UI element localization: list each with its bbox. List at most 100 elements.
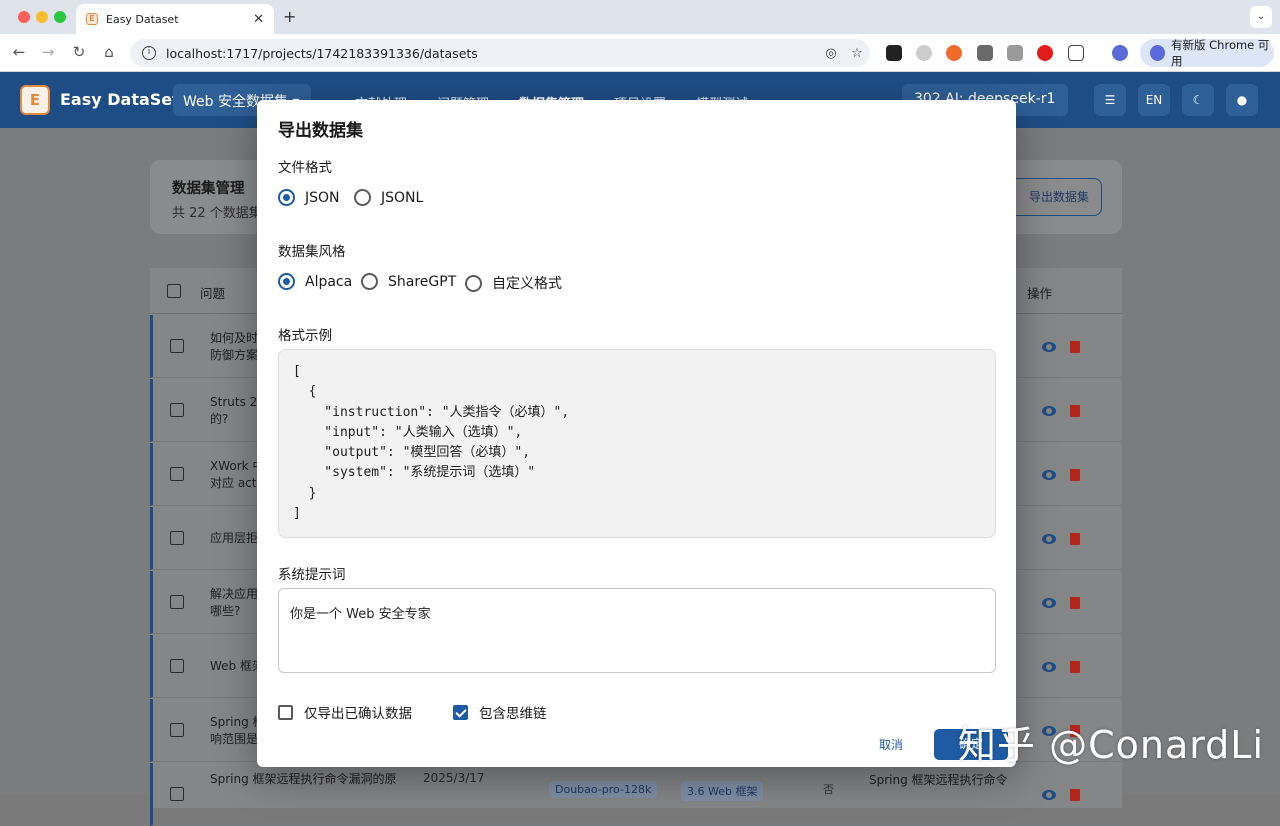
row-model-chip: Doubao-pro-128k	[549, 781, 658, 798]
confirmed-only-checkbox[interactable]: 仅导出已确认数据	[278, 702, 412, 722]
checkbox-checked-icon	[453, 704, 468, 720]
site-info-icon[interactable]: i	[142, 46, 156, 60]
app-name: Easy DataSet	[60, 90, 180, 109]
extension-icon[interactable]	[977, 45, 993, 61]
row-chapter-chip: 3.6 Web 框架	[681, 781, 764, 801]
style-alpaca-label: Alpaca	[305, 273, 353, 290]
update-label: 有新版 Chrome 可用	[1171, 38, 1270, 68]
select-all-checkbox[interactable]	[167, 284, 181, 298]
home-icon[interactable]: ⌂	[100, 43, 118, 61]
update-avatar-icon	[1150, 45, 1165, 61]
view-icon[interactable]	[1042, 662, 1056, 672]
system-prompt-input[interactable]: 你是一个 Web 安全专家	[278, 588, 996, 673]
dataset-style-label: 数据集风格	[278, 244, 346, 260]
style-alpaca-radio[interactable]: Alpaca	[278, 273, 352, 290]
row-checkbox[interactable]	[170, 659, 184, 673]
page-title: 数据集管理	[172, 181, 245, 197]
include-cot-checkbox[interactable]: 包含思维链	[453, 702, 547, 722]
format-jsonl-label: JSONL	[381, 189, 424, 206]
row-checkbox[interactable]	[170, 787, 184, 801]
dialog-title: 导出数据集	[278, 121, 363, 141]
row-question: Spring 框架远程执行命令漏洞的原	[210, 772, 397, 786]
radio-checked-icon	[278, 189, 295, 206]
row-checkbox[interactable]	[170, 595, 184, 609]
style-custom-label: 自定义格式	[492, 276, 562, 292]
app-logo-icon: E	[20, 85, 50, 115]
chrome-update-button[interactable]: 有新版 Chrome 可用	[1140, 38, 1274, 68]
dark-mode-icon[interactable]: ☾	[1182, 84, 1214, 116]
export-dataset-dialog: 导出数据集 文件格式 JSON JSONL 数据集风格 Alpaca Share…	[257, 100, 1016, 767]
view-icon[interactable]	[1042, 342, 1056, 352]
radio-unchecked-icon	[361, 273, 378, 290]
radio-checked-icon	[278, 273, 295, 290]
row-date: 2025/3/17	[423, 771, 485, 785]
delete-icon[interactable]	[1070, 469, 1080, 481]
delete-icon[interactable]	[1070, 597, 1080, 609]
url-text: localhost:1717/projects/1742183391336/da…	[166, 45, 478, 61]
format-json-radio[interactable]: JSON	[278, 189, 340, 206]
checkbox-unchecked-icon	[278, 704, 293, 720]
delete-icon[interactable]	[1070, 661, 1080, 673]
format-jsonl-radio[interactable]: JSONL	[354, 189, 423, 206]
browser-tab[interactable]: E Easy Dataset ✕	[76, 4, 274, 34]
view-icon[interactable]	[1042, 534, 1056, 544]
cancel-button[interactable]: 取消	[879, 736, 903, 753]
maximize-window-button[interactable]	[54, 11, 66, 23]
extension-icon[interactable]	[1037, 45, 1053, 61]
close-window-button[interactable]	[18, 11, 30, 23]
delete-icon[interactable]	[1070, 405, 1080, 417]
view-icon[interactable]	[1042, 598, 1056, 608]
column-question: 问题	[200, 286, 226, 301]
extensions-puzzle-icon[interactable]	[1068, 45, 1084, 61]
format-example-label: 格式示例	[278, 328, 332, 344]
confirmed-only-label: 仅导出已确认数据	[304, 706, 412, 722]
address-bar[interactable]: i localhost:1717/projects/1742183391336/…	[130, 39, 870, 67]
dataset-count: 共 22 个数据集	[172, 206, 262, 221]
browser-tab-strip: E Easy Dataset ✕ + ⌄	[0, 0, 1280, 34]
watermark: 知乎 @ConardLi	[958, 723, 1265, 767]
extension-icon[interactable]	[886, 45, 902, 61]
delete-icon[interactable]	[1070, 789, 1080, 801]
delete-icon[interactable]	[1070, 341, 1080, 353]
row-checkbox[interactable]	[170, 467, 184, 481]
extension-icon[interactable]	[946, 45, 962, 61]
radio-unchecked-icon	[465, 274, 482, 292]
extension-icon[interactable]	[1007, 45, 1023, 61]
language-toggle[interactable]: EN	[1138, 84, 1170, 116]
view-icon[interactable]	[1042, 790, 1056, 800]
delete-icon[interactable]	[1070, 533, 1080, 545]
row-confirmed-flag: 否	[823, 783, 834, 796]
reload-icon[interactable]: ↻	[70, 43, 88, 61]
new-tab-icon[interactable]: +	[283, 7, 296, 26]
list-view-icon[interactable]: ☰	[1094, 84, 1126, 116]
back-icon[interactable]: ←	[10, 43, 28, 61]
browser-toolbar: ← → ↻ ⌂ i localhost:1717/projects/174218…	[0, 34, 1280, 72]
view-icon[interactable]	[1042, 406, 1056, 416]
row-checkbox[interactable]	[170, 339, 184, 353]
forward-icon[interactable]: →	[39, 43, 57, 61]
minimize-window-button[interactable]	[36, 11, 48, 23]
view-icon[interactable]	[1042, 470, 1056, 480]
close-tab-icon[interactable]: ✕	[253, 12, 264, 27]
format-example-code: [ { "instruction": "人类指令（必填）", "input": …	[278, 349, 996, 538]
row-checkbox[interactable]	[170, 403, 184, 417]
style-sharegpt-radio[interactable]: ShareGPT	[361, 273, 456, 290]
include-cot-label: 包含思维链	[479, 706, 547, 722]
extension-icon[interactable]	[916, 45, 932, 61]
format-json-label: JSON	[305, 189, 340, 206]
style-custom-radio[interactable]: 自定义格式	[465, 273, 562, 293]
row-checkbox[interactable]	[170, 723, 184, 737]
profile-avatar[interactable]	[1112, 45, 1128, 61]
bookmark-star-icon[interactable]: ☆	[844, 46, 870, 61]
system-prompt-label: 系统提示词	[278, 567, 346, 583]
radio-unchecked-icon	[354, 189, 371, 206]
style-sharegpt-label: ShareGPT	[388, 273, 457, 290]
eye-off-icon[interactable]: ◎	[818, 46, 844, 61]
row-answer: Spring 框架远程执行命令	[869, 773, 1008, 787]
github-icon[interactable]: ●	[1226, 84, 1258, 116]
column-actions: 操作	[1027, 286, 1053, 301]
tab-search-icon[interactable]: ⌄	[1250, 6, 1272, 28]
table-row[interactable]: Spring 框架远程执行命令漏洞的原 2025/3/17 Doubao-pro…	[150, 763, 1122, 826]
file-format-label: 文件格式	[278, 160, 332, 176]
row-checkbox[interactable]	[170, 531, 184, 545]
